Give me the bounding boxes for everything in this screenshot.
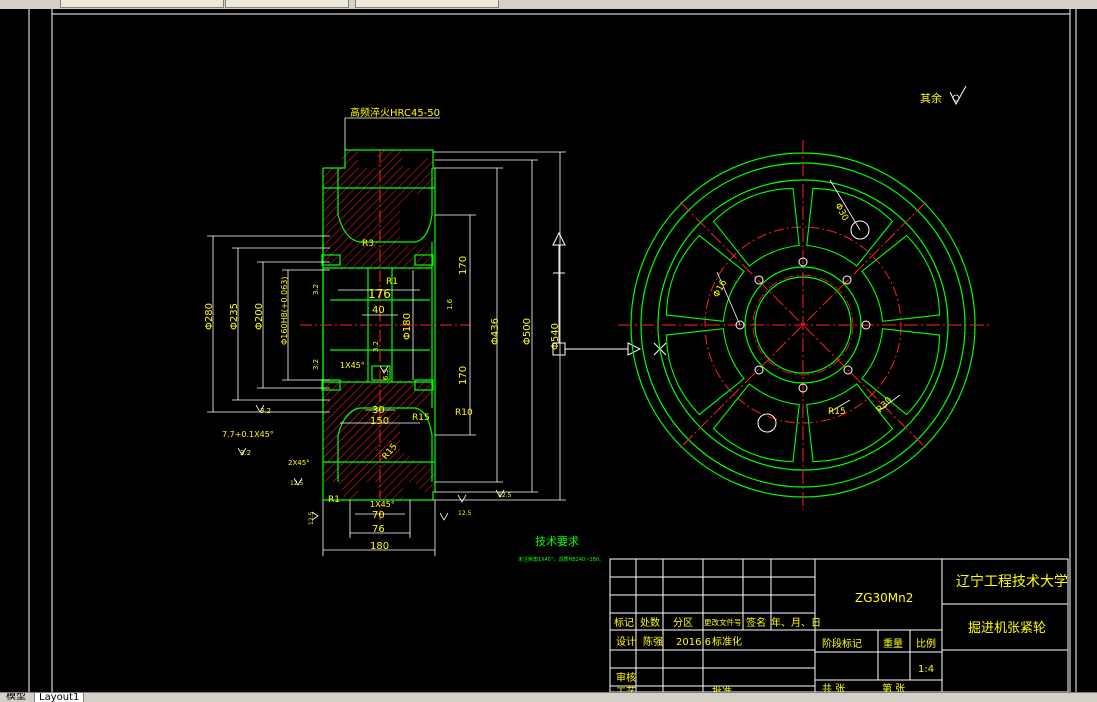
dim-r15: R15: [412, 413, 430, 423]
dim-r30: R30: [875, 395, 895, 415]
tb-header-count: 处数: [640, 616, 660, 629]
vertical-scrollbar[interactable]: [1089, 9, 1097, 692]
dim-d500: Φ500: [522, 318, 533, 345]
dim-d280: Φ280: [204, 303, 215, 330]
dim-d436: Φ436: [490, 318, 501, 345]
dim-w76: 76: [372, 524, 385, 535]
roughness-6-3: 6.3: [382, 369, 390, 380]
tb-stage: 阶段标记: [822, 637, 862, 650]
tb-sheet: 第 张: [882, 682, 905, 692]
tb-weight: 重量: [883, 637, 903, 650]
tb-part-name: 掘进机张紧轮: [968, 621, 1046, 636]
tb-review: 审核: [616, 671, 636, 684]
thread-note: 7.7+0.1X45°: [222, 430, 274, 439]
roughness-3-2a: 3.2: [260, 407, 271, 415]
heat-treatment-note: 高频淬火HRC45-50: [350, 106, 440, 119]
dim-w176: 176: [368, 287, 391, 301]
drawing-canvas[interactable]: 高频淬火HRC45-50 Φ280 Φ235 Φ200 Φ160H8(+0.06…: [0, 9, 1097, 692]
dim-d30: Φ30: [832, 202, 850, 223]
tb-material: ZG30Mn2: [855, 591, 913, 605]
tb-header-sign: 签名: [746, 616, 766, 629]
dim-d235: Φ235: [229, 303, 240, 330]
chamfer-3: 2X45°: [288, 459, 310, 467]
dim-r1: R1: [386, 277, 398, 287]
dim-w180: 180: [370, 541, 389, 552]
tb-school: 辽宁工程技术大学: [956, 573, 1068, 590]
dim-d200: Φ200: [254, 303, 265, 330]
dim-r15c: R15: [828, 407, 846, 417]
roughness-12-5d: 12.5: [498, 492, 512, 499]
tech-req-body: 未注倒角1X45°，调质HB240~280。: [518, 556, 604, 563]
front-view: Φ16 Φ30 R15 R30: [618, 140, 990, 510]
dim-h170b: 170: [458, 366, 469, 385]
tb-header-date: 年、月、日: [771, 616, 821, 629]
surface-rest-note: 其余: [920, 91, 942, 105]
tb-header-docno: 更改文件号: [704, 617, 742, 627]
roughness-3-2e: 3.2: [372, 341, 380, 352]
tb-scale-label: 比例: [916, 637, 936, 650]
tech-req-title: 技术要求: [535, 535, 579, 548]
dim-d180: Φ180: [402, 313, 413, 340]
section-view: 高频淬火HRC45-50 Φ280 Φ235 Φ200 Φ160H8(+0.06…: [204, 106, 604, 563]
title-block: 标记 处数 分区 更改文件号 签名 年、月、日 设计 陈强 2016.6 标准化…: [609, 558, 1069, 692]
roughness-circle-icon: [952, 94, 960, 102]
document-tab[interactable]: [225, 0, 349, 8]
dim-d16: Φ16: [712, 278, 730, 299]
dim-r1b: R1: [328, 495, 340, 505]
document-tab[interactable]: [60, 0, 224, 8]
roughness-check-icon: [949, 85, 967, 106]
tb-design-date: 2016.6: [676, 637, 711, 648]
tb-design-label: 设计: [616, 635, 636, 648]
tb-header-mark: 标记: [614, 617, 634, 629]
tb-standardize: 标准化: [712, 635, 742, 648]
dim-w70: 70: [372, 510, 385, 521]
tb-approve: 批准: [712, 685, 732, 692]
dim-r10: R10: [455, 408, 473, 418]
tb-sheets: 共 张: [822, 683, 845, 692]
tb-scale: 1:4: [918, 664, 934, 675]
roughness-3-2d: 3.2: [312, 359, 320, 370]
roughness-3-2b: 3.2: [240, 449, 251, 457]
tb-header-zone: 分区: [673, 617, 693, 629]
dim-r3: R3: [362, 239, 374, 249]
section-arrow: [552, 231, 667, 356]
dim-w150: 150: [370, 416, 389, 427]
dim-w30: 30: [372, 405, 385, 416]
cad-drawing[interactable]: 高频淬火HRC45-50 Φ280 Φ235 Φ200 Φ160H8(+0.06…: [0, 9, 1097, 692]
dim-w40: 40: [372, 305, 385, 316]
chamfer-2: 1X45°: [370, 500, 395, 509]
tb-designer: 陈强: [643, 635, 663, 648]
document-tab-bar: [0, 0, 1097, 9]
dim-h170a: 170: [458, 256, 469, 275]
roughness-1-6: 1.6: [446, 298, 454, 310]
roughness-3-2c: 3.2: [312, 284, 320, 295]
chamfer-1: 1X45°: [340, 361, 365, 370]
dim-d160: Φ160H8(+0.063): [280, 276, 289, 345]
roughness-12-5c: 12.5: [458, 510, 472, 517]
document-tab[interactable]: [355, 0, 499, 8]
